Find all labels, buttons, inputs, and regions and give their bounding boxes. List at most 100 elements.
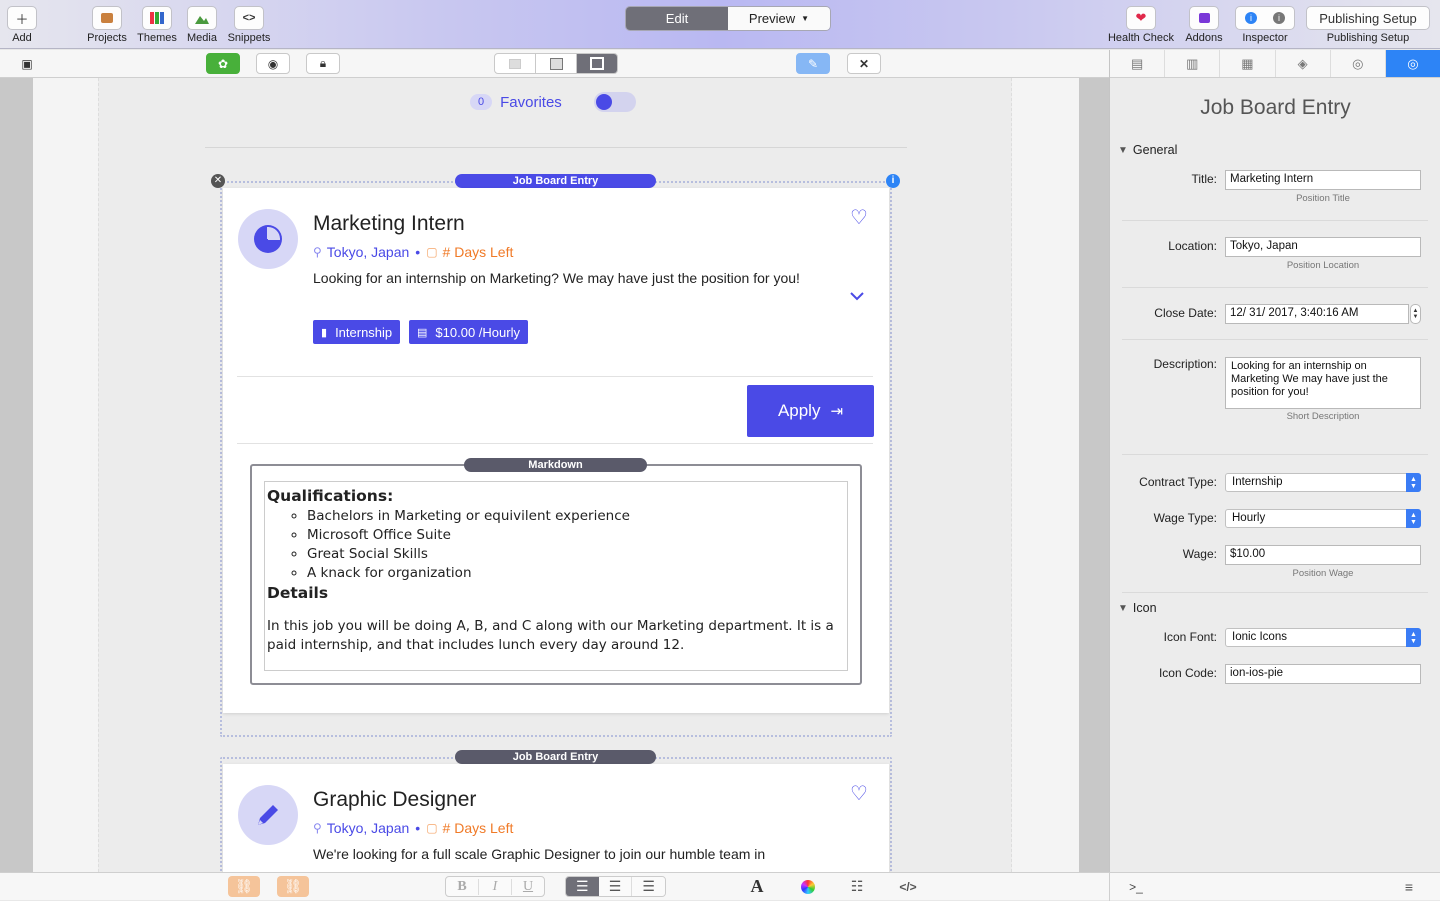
inspector-button[interactable]: ii Inspector — [1233, 6, 1297, 44]
entry-info-icon[interactable]: i — [886, 174, 900, 188]
remove-entry-icon[interactable]: ✕ — [211, 174, 225, 188]
close-icon[interactable]: ✕ — [847, 53, 881, 74]
publishing-setup-button[interactable]: Publishing Setup Publishing Setup — [1306, 6, 1430, 44]
contract-badge: ▮ Internship — [313, 320, 401, 344]
text-style-segment: B I U — [445, 876, 545, 897]
align-right-icon[interactable]: ☰ — [632, 877, 665, 896]
close-date-field[interactable]: 12/ 31/ 2017, 3:40:16 AM — [1225, 304, 1409, 324]
list-item: A knack for organization — [307, 564, 845, 583]
addons-button[interactable]: Addons — [1174, 6, 1234, 44]
apply-button[interactable]: Apply ⇥ — [747, 385, 874, 437]
info-icon: ii — [1235, 6, 1295, 30]
link-icon[interactable]: ⛓ — [228, 876, 260, 897]
divider — [1122, 592, 1428, 593]
stacks-icon[interactable]: ✿ — [206, 53, 240, 74]
inspector-title: Job Board Entry — [1200, 96, 1351, 119]
cash-icon: ▤ — [417, 326, 428, 339]
bold-button[interactable]: B — [446, 878, 479, 895]
job-card: Marketing Intern ♡ ⚲ Tokyo, Japan • ▢ # … — [223, 188, 889, 713]
alignment-segment: ☰ ☰ ☰ — [565, 876, 666, 897]
wage-type-select[interactable]: Hourly ▲ ▼ — [1225, 509, 1421, 528]
wage-field[interactable]: $10.00 — [1225, 545, 1421, 565]
small-layout-icon[interactable] — [495, 54, 536, 73]
image-icon — [187, 6, 217, 30]
list-icon[interactable]: ☷ — [845, 876, 869, 897]
job-title: Graphic Designer — [313, 788, 477, 811]
days-left: # Days Left — [442, 244, 514, 260]
icon-code-field[interactable]: ion-ios-pie — [1225, 664, 1421, 684]
divider — [1109, 873, 1110, 901]
card-divider — [237, 376, 873, 377]
medium-layout-icon[interactable] — [536, 54, 577, 73]
align-left-icon[interactable]: ☰ — [566, 877, 599, 896]
circle-icon[interactable]: ◎ — [1331, 50, 1386, 77]
code-icon[interactable]: </> — [896, 876, 920, 897]
unlink-icon[interactable]: ⛓ — [277, 876, 309, 897]
pencil-icon[interactable]: ✎ — [796, 53, 830, 74]
heart-outline-icon[interactable]: ♡ — [850, 781, 868, 806]
favorites-bar: 0 Favorites — [470, 92, 636, 112]
favorites-label[interactable]: Favorites — [500, 94, 562, 111]
job-avatar — [238, 785, 298, 845]
meta-separator: • — [415, 820, 421, 836]
location-hint: Position Location — [1286, 260, 1360, 271]
divider — [1122, 287, 1428, 288]
puzzle-icon — [1189, 6, 1219, 30]
underline-button[interactable]: U — [512, 879, 544, 895]
icon-code-label: Icon Code: — [1158, 666, 1217, 680]
icon-section-header[interactable]: ▼ Icon — [1118, 601, 1157, 615]
pie-icon — [254, 225, 282, 253]
plus-icon: ＋ — [7, 6, 37, 30]
edit-tab[interactable]: Edit — [626, 7, 728, 30]
preview-dropdown[interactable]: Preview ▼ — [728, 7, 830, 30]
job-board-entry-tag[interactable]: Job Board Entry — [455, 174, 656, 188]
divider — [1122, 220, 1428, 221]
details-text: In this job you will be doing A, B, and … — [267, 618, 834, 653]
cube-icon[interactable]: ▣ — [14, 53, 40, 74]
location-field[interactable]: Tokyo, Japan — [1225, 237, 1421, 257]
favorites-toggle[interactable] — [593, 92, 636, 112]
contract-type-select[interactable]: Internship ▲ ▼ — [1225, 473, 1421, 492]
details-heading: Details — [267, 584, 329, 602]
health-check-button[interactable]: ❤ Health Check — [1101, 6, 1181, 44]
title-field[interactable]: Marketing Intern — [1225, 170, 1421, 190]
pencil-icon — [258, 805, 278, 825]
stack-settings-icon[interactable]: ◎ — [1385, 50, 1440, 77]
description-textarea[interactable]: Looking for an internship on Marketing W… — [1225, 357, 1421, 409]
job-board-entry-tag[interactable]: Job Board Entry — [455, 750, 656, 764]
grid-icon[interactable]: ▦ — [1220, 50, 1276, 77]
general-section-header[interactable]: ▼ General — [1118, 143, 1177, 157]
location-pin-icon: ⚲ — [313, 245, 322, 259]
chevron-down-icon: ▼ — [801, 14, 810, 23]
lock-icon[interactable]: 🔒︎ — [306, 53, 340, 74]
italic-button[interactable]: I — [479, 878, 512, 895]
sliders-icon[interactable]: ≡ — [1399, 876, 1419, 897]
align-center-icon[interactable]: ☰ — [598, 877, 633, 896]
eye-icon[interactable]: ◉ — [256, 53, 290, 74]
expand-chevron-icon[interactable] — [850, 288, 864, 306]
terminal-icon[interactable]: >_ — [1126, 876, 1146, 897]
font-icon[interactable]: A — [745, 876, 769, 897]
large-layout-icon[interactable] — [577, 54, 617, 73]
description-hint: Short Description — [1286, 411, 1360, 422]
divider — [1122, 454, 1428, 455]
disclosure-triangle-icon: ▼ — [1118, 602, 1128, 614]
snippets-button[interactable]: <> Snippets — [219, 6, 279, 44]
date-stepper-icon[interactable]: ▲ ▼ — [1410, 304, 1421, 324]
markdown-tag[interactable]: Markdown — [464, 458, 647, 472]
qualifications-list: Bachelors in Marketing or equivilent exp… — [307, 507, 845, 583]
markdown-block: Qualifications: Bachelors in Marketing o… — [250, 464, 862, 685]
color-wheel-icon[interactable] — [797, 876, 819, 897]
heart-outline-icon[interactable]: ♡ — [850, 205, 868, 230]
layout-icon[interactable]: ▥ — [1165, 50, 1221, 77]
icon-font-label: Icon Font: — [1163, 630, 1217, 644]
icon-font-select[interactable]: Ionic Icons ▲ ▼ — [1225, 628, 1421, 647]
editor-subtoolbar: ▣ ✿ ◉ 🔒︎ ✎ ✕ — [0, 50, 1109, 78]
tag-icon[interactable]: ◈ — [1276, 50, 1331, 77]
inspector-panel: ▤ ▥ ▦ ◈ ◎ ◎ Job Board Entry ▼ General Tit… — [1109, 50, 1440, 872]
calendar-icon: ▢ — [426, 821, 438, 835]
close-date-label: Close Date: — [1154, 306, 1217, 320]
markdown-content[interactable]: Qualifications: Bachelors in Marketing o… — [264, 481, 848, 671]
page-layout-icon[interactable]: ▤ — [1110, 50, 1166, 77]
add-button[interactable]: ＋ Add — [0, 6, 52, 44]
